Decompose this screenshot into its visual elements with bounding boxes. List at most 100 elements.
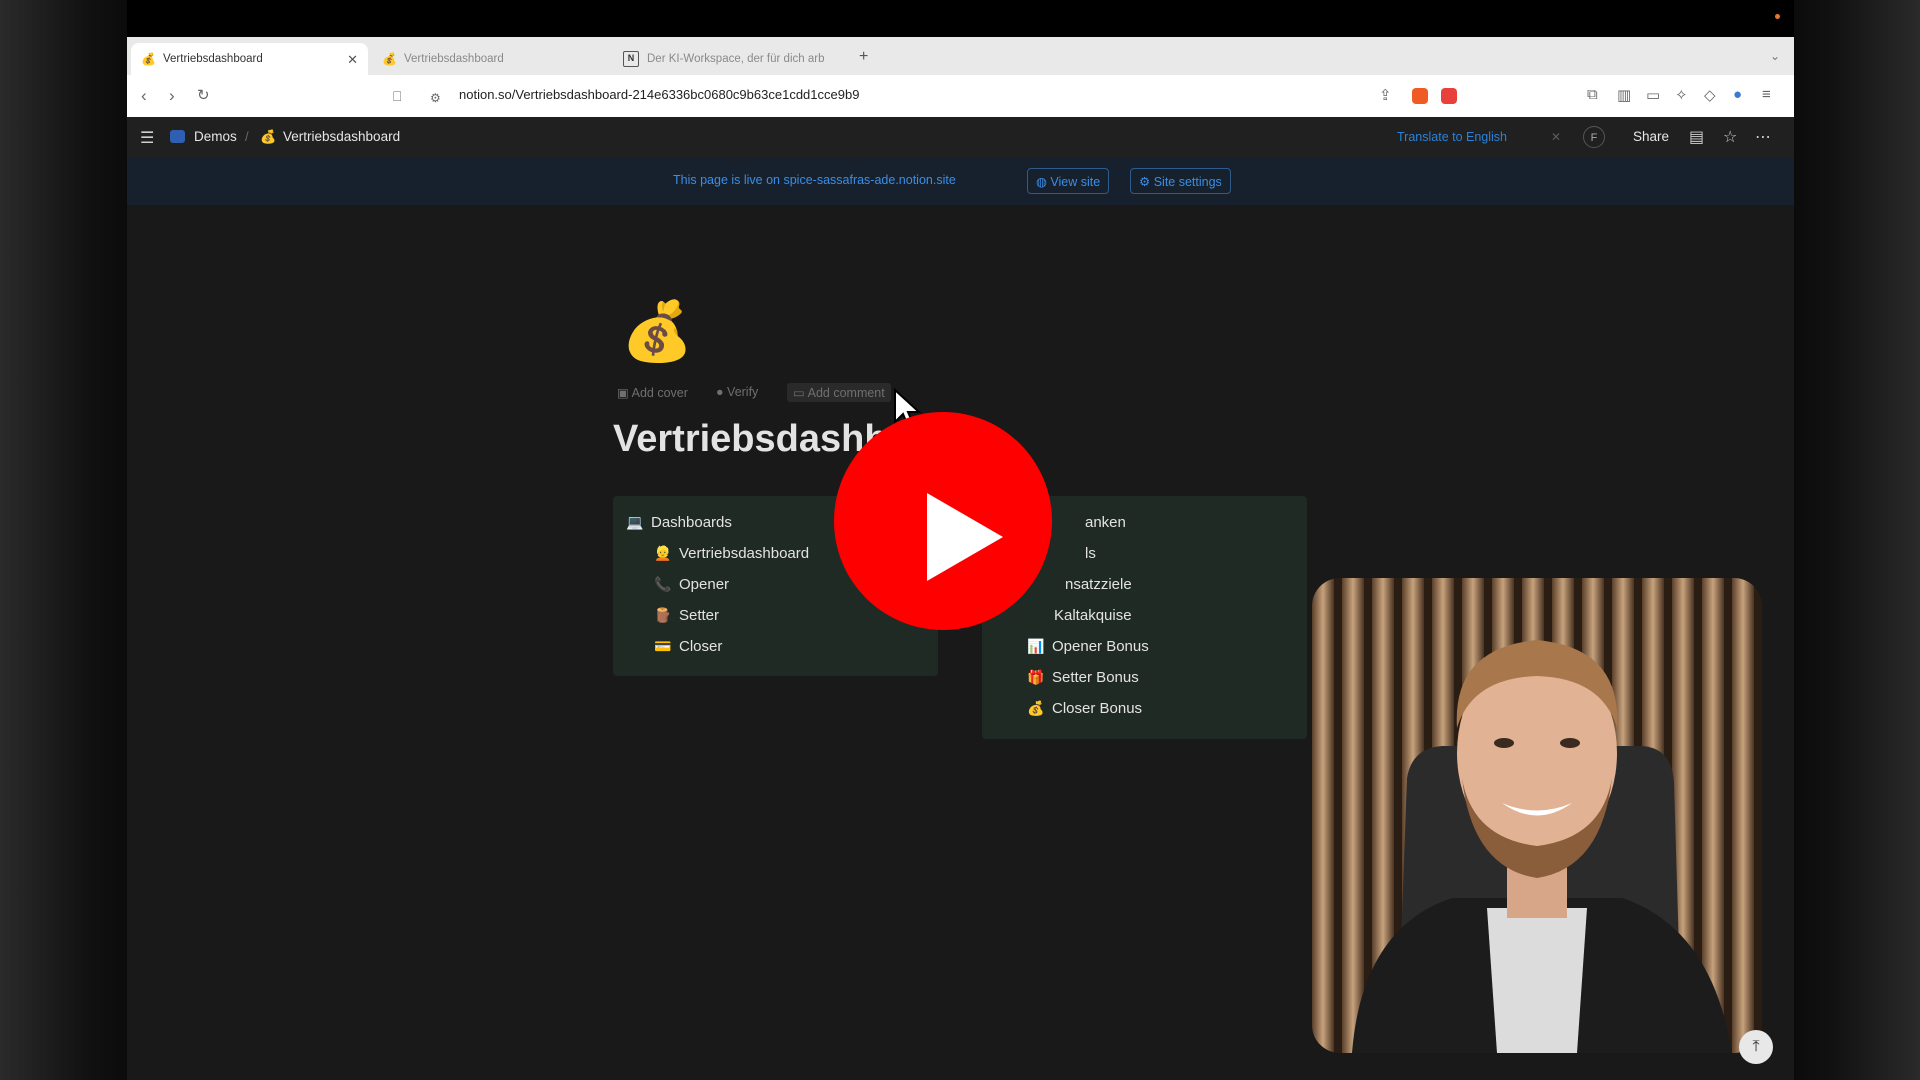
list-item[interactable]: 📞 Opener <box>653 576 729 593</box>
tab-label: Vertriebsdashboard <box>404 53 504 65</box>
breadcrumb-demos[interactable]: Demos <box>194 129 237 144</box>
list-item[interactable]: 💻 Dashboards <box>625 514 732 531</box>
share-button[interactable]: Share <box>1633 129 1669 144</box>
browser-tab[interactable]: N Der KI-Workspace, der für dich arb <box>613 43 849 75</box>
list-item[interactable]: 💰 Closer Bonus <box>1026 700 1142 717</box>
profile-icon[interactable]: ● <box>1733 86 1742 103</box>
money-bag-icon: 💰 <box>141 52 156 66</box>
add-comment-button[interactable]: ▭ Add comment <box>787 383 891 402</box>
page-icon[interactable]: 💰 <box>621 298 693 366</box>
webcam-video <box>1312 578 1762 1053</box>
add-cover-button[interactable]: ▣ Add cover <box>617 385 688 400</box>
wallet-icon[interactable]: ▭ <box>1646 86 1660 104</box>
verify-label: Verify <box>727 385 759 399</box>
breadcrumb-page[interactable]: Vertriebsdashboard <box>283 129 400 144</box>
list-item-label: Setter Bonus <box>1052 669 1139 686</box>
list-item-label: Closer <box>679 638 723 655</box>
tab-label: Vertriebsdashboard <box>163 53 263 65</box>
browser-tab-bar: 💰 Vertriebsdashboard ✕ 💰 Vertriebsdashbo… <box>127 37 1794 75</box>
site-info-icon[interactable]: ⚙ <box>430 88 441 108</box>
chart-icon: 📊 <box>1027 638 1045 654</box>
list-item[interactable]: 🪵 Setter <box>653 607 719 624</box>
close-icon[interactable]: ✕ <box>1551 130 1561 144</box>
browser-tab[interactable]: 💰 Vertriebsdashboard ✕ <box>131 43 368 75</box>
close-tab-icon[interactable]: ✕ <box>347 52 358 68</box>
list-item[interactable]: 💳 Closer <box>653 638 722 655</box>
image-icon: ▣ <box>617 386 629 400</box>
sidebar-toggle-icon[interactable]: ☰ <box>140 128 154 148</box>
background-left-edge <box>0 0 127 1080</box>
verify-button[interactable]: ● Verify <box>716 385 758 399</box>
list-item[interactable]: Kaltakquise <box>1054 607 1132 624</box>
list-item-label: Setter <box>679 607 720 624</box>
recording-indicator <box>1775 14 1780 19</box>
view-site-button[interactable]: ◍ View site <box>1027 168 1110 194</box>
brave-shield-icon[interactable] <box>1412 88 1428 104</box>
avatar[interactable]: F <box>1583 126 1605 148</box>
back-icon[interactable]: ‹ <box>141 86 147 106</box>
gift-icon: 🎁 <box>1027 669 1045 685</box>
live-site-text: This page is live on spice-sassafras-ade… <box>673 173 956 187</box>
add-cover-label: Add cover <box>631 386 688 400</box>
webcam-control-button[interactable]: ⤒ <box>1739 1030 1773 1064</box>
more-icon[interactable]: ⋯ <box>1755 127 1771 147</box>
browser-toolbar: ‹ › ↻ ⎕ ⚙ notion.so/Vertriebsdashboard-2… <box>127 75 1794 118</box>
workspace-icon <box>170 130 185 143</box>
address-bar[interactable]: notion.so/Vertriebsdashboard-214e6336bc0… <box>459 87 859 102</box>
laptop-icon: 💻 <box>626 514 644 530</box>
log-icon: 🪵 <box>654 607 672 623</box>
list-item-label: Closer Bonus <box>1052 700 1143 717</box>
vpn-icon[interactable]: ◇ <box>1704 86 1716 104</box>
sidebar-icon[interactable]: ▥ <box>1617 86 1631 104</box>
list-item[interactable]: nsatzziele <box>1065 576 1132 593</box>
list-item-label: Kaltakquise <box>1054 607 1132 624</box>
menu-icon[interactable]: ≡ <box>1762 86 1771 103</box>
add-comment-label: Add comment <box>807 386 885 400</box>
list-item[interactable]: anken <box>1085 514 1126 531</box>
chevron-down-icon[interactable]: ⌄ <box>1770 49 1780 63</box>
extensions-icon[interactable]: ⧉ <box>1587 86 1598 103</box>
money-bag-icon: 💰 <box>382 52 397 66</box>
comments-icon[interactable]: ▤ <box>1689 127 1704 147</box>
site-settings-button[interactable]: ⚙ Site settings <box>1130 168 1231 194</box>
credit-card-icon: 💳 <box>654 638 672 654</box>
list-item[interactable]: 📊 Opener Bonus <box>1026 638 1149 655</box>
view-site-label: View site <box>1050 175 1101 189</box>
list-item-label: ls <box>1085 545 1096 562</box>
list-item[interactable]: 👱 Vertriebsdashboard <box>653 545 809 562</box>
list-item-label: nsatzziele <box>1065 576 1132 593</box>
page-title[interactable]: Vertriebsdashb <box>613 418 888 461</box>
presenter-video-icon <box>1312 578 1762 1053</box>
translate-button[interactable]: Translate to English <box>1397 130 1507 144</box>
leo-ai-icon[interactable]: ✧ <box>1675 86 1688 104</box>
money-bag-icon: 💰 <box>260 129 277 144</box>
list-item-label: Opener <box>679 576 730 593</box>
comment-icon: ▭ <box>793 386 805 400</box>
breadcrumb-separator: / <box>245 129 249 144</box>
panel-header: anken <box>1085 514 1126 531</box>
background-right-edge <box>1794 0 1920 1080</box>
reload-icon[interactable]: ↻ <box>197 86 210 106</box>
list-item[interactable]: ls <box>1085 545 1096 562</box>
play-button[interactable] <box>834 412 1052 630</box>
list-item-label: Vertriebsdashboard <box>679 545 810 562</box>
list-item[interactable]: 🎁 Setter Bonus <box>1026 669 1139 686</box>
new-tab-icon[interactable]: + <box>859 48 868 66</box>
tab-label: Der KI-Workspace, der für dich arb <box>647 53 825 65</box>
browser-tab[interactable]: 💰 Vertriebsdashboard <box>372 43 607 75</box>
play-icon <box>927 493 1003 581</box>
check-circle-icon: ● <box>716 385 724 399</box>
live-site-banner: This page is live on spice-sassafras-ade… <box>127 157 1794 205</box>
globe-icon: ◍ <box>1036 175 1047 189</box>
star-icon[interactable]: ☆ <box>1723 127 1737 147</box>
settings-icon: ⚙ <box>1139 175 1151 189</box>
share-page-icon[interactable]: ⇪ <box>1379 86 1392 104</box>
phone-icon: 📞 <box>654 576 672 592</box>
list-item-label: Opener Bonus <box>1052 638 1149 655</box>
mac-menu-bar <box>127 0 1794 37</box>
notion-icon: N <box>623 51 639 67</box>
bookmark-icon[interactable]: ⎕ <box>393 86 401 106</box>
forward-icon[interactable]: › <box>169 86 175 106</box>
brave-rewards-icon[interactable] <box>1441 88 1457 104</box>
recorded-screen: 💰 Vertriebsdashboard ✕ 💰 Vertriebsdashbo… <box>127 0 1794 1080</box>
